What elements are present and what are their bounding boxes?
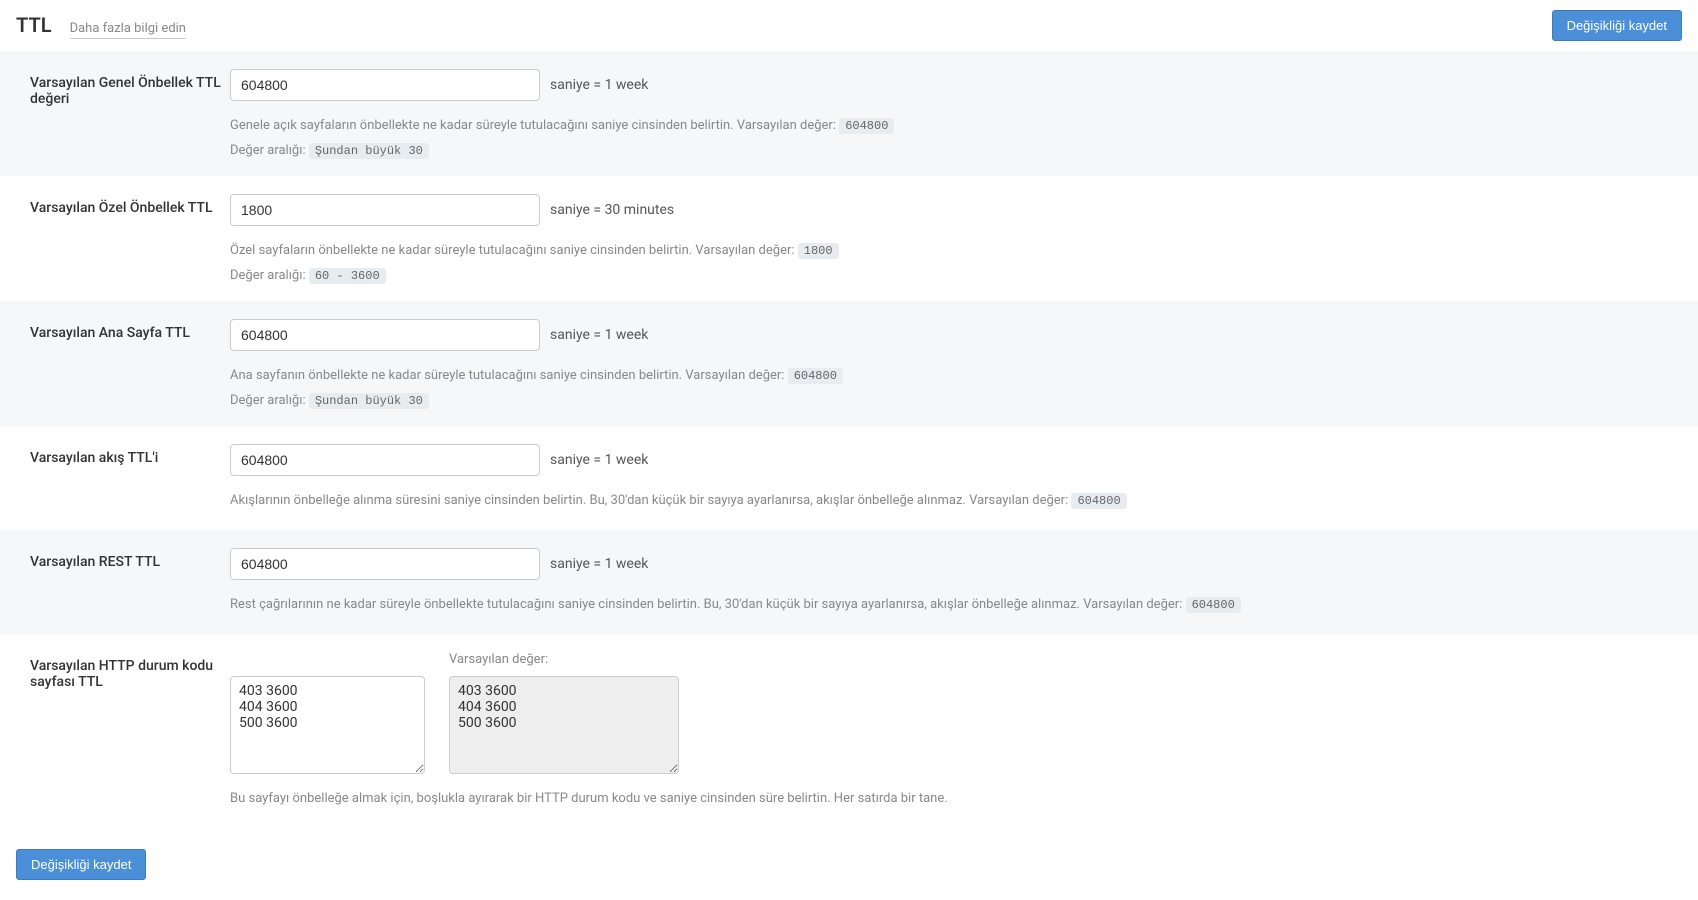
textarea-status-ttl-default bbox=[449, 676, 679, 774]
section-rest-ttl: Varsayılan REST TTL saniye = 1 week Rest… bbox=[0, 530, 1698, 634]
page-footer: Değişikliği kaydet bbox=[0, 829, 1698, 900]
suffix-private-ttl: saniye = 30 minutes bbox=[550, 202, 674, 218]
input-private-ttl[interactable] bbox=[230, 194, 540, 226]
default-badge-homepage-ttl: 604800 bbox=[788, 368, 843, 384]
range-public-ttl: Değer aralığı: Şundan büyük 30 bbox=[230, 143, 1668, 158]
save-button-top[interactable]: Değişikliği kaydet bbox=[1552, 10, 1682, 41]
content-homepage-ttl: saniye = 1 week Ana sayfanın önbellekte … bbox=[230, 319, 1668, 408]
input-row-homepage-ttl: saniye = 1 week bbox=[230, 319, 1668, 351]
label-feed-ttl: Varsayılan akış TTL'i bbox=[30, 444, 230, 512]
help-public-ttl: Genele açık sayfaların önbellekte ne kad… bbox=[230, 115, 1668, 137]
suffix-rest-ttl: saniye = 1 week bbox=[550, 556, 648, 572]
range-badge-homepage-ttl: Şundan büyük 30 bbox=[309, 393, 429, 409]
label-private-ttl: Varsayılan Özel Önbellek TTL bbox=[30, 194, 230, 283]
suffix-public-ttl: saniye = 1 week bbox=[550, 77, 648, 93]
input-row-rest-ttl: saniye = 1 week bbox=[230, 548, 1668, 580]
help-feed-ttl: Akışlarının önbelleğe alınma süresini sa… bbox=[230, 490, 1668, 512]
suffix-feed-ttl: saniye = 1 week bbox=[550, 452, 648, 468]
content-status-ttl: Varsayılan değer: Bu sayfayı önbelleğe a… bbox=[230, 652, 1668, 810]
textarea-default-label: Varsayılan değer: bbox=[449, 652, 679, 670]
input-row-public-ttl: saniye = 1 week bbox=[230, 69, 1668, 101]
help-text-homepage-ttl: Ana sayfanın önbellekte ne kadar süreyle… bbox=[230, 368, 784, 383]
help-private-ttl: Özel sayfaların önbellekte ne kadar süre… bbox=[230, 240, 1668, 262]
input-row-feed-ttl: saniye = 1 week bbox=[230, 444, 1668, 476]
input-feed-ttl[interactable] bbox=[230, 444, 540, 476]
range-label-public-ttl: Değer aralığı: bbox=[230, 143, 306, 158]
default-badge-private-ttl: 1800 bbox=[798, 243, 839, 259]
range-label-homepage-ttl: Değer aralığı: bbox=[230, 393, 306, 408]
section-status-ttl: Varsayılan HTTP durum kodu sayfası TTL V… bbox=[0, 634, 1698, 828]
learn-more-link[interactable]: Daha fazla bilgi edin bbox=[70, 21, 186, 39]
section-private-ttl: Varsayılan Özel Önbellek TTL saniye = 30… bbox=[0, 176, 1698, 301]
help-text-private-ttl: Özel sayfaların önbellekte ne kadar süre… bbox=[230, 243, 795, 258]
help-text-public-ttl: Genele açık sayfaların önbellekte ne kad… bbox=[230, 118, 836, 133]
textarea-input-spacer bbox=[230, 652, 425, 670]
input-public-ttl[interactable] bbox=[230, 69, 540, 101]
range-label-private-ttl: Değer aralığı: bbox=[230, 268, 306, 283]
input-rest-ttl[interactable] bbox=[230, 548, 540, 580]
label-public-ttl: Varsayılan Genel Önbellek TTL değeri bbox=[30, 69, 230, 158]
content-feed-ttl: saniye = 1 week Akışlarının önbelleğe al… bbox=[230, 444, 1668, 512]
save-button-bottom[interactable]: Değişikliği kaydet bbox=[16, 849, 146, 880]
label-rest-ttl: Varsayılan REST TTL bbox=[30, 548, 230, 616]
content-rest-ttl: saniye = 1 week Rest çağrılarının ne kad… bbox=[230, 548, 1668, 616]
textarea-col-input bbox=[230, 652, 425, 774]
input-homepage-ttl[interactable] bbox=[230, 319, 540, 351]
help-text-feed-ttl: Akışlarının önbelleğe alınma süresini sa… bbox=[230, 493, 1068, 508]
label-homepage-ttl: Varsayılan Ana Sayfa TTL bbox=[30, 319, 230, 408]
page-title: TTL bbox=[16, 13, 52, 37]
section-public-ttl: Varsayılan Genel Önbellek TTL değeri san… bbox=[0, 51, 1698, 176]
range-badge-public-ttl: Şundan büyük 30 bbox=[309, 143, 429, 159]
textarea-row-status-ttl: Varsayılan değer: bbox=[230, 652, 1668, 774]
suffix-homepage-ttl: saniye = 1 week bbox=[550, 327, 648, 343]
header-left: TTL Daha fazla bilgi edin bbox=[16, 13, 186, 39]
textarea-status-ttl[interactable] bbox=[230, 676, 425, 774]
label-status-ttl: Varsayılan HTTP durum kodu sayfası TTL bbox=[30, 652, 230, 810]
range-private-ttl: Değer aralığı: 60 - 3600 bbox=[230, 268, 1668, 283]
default-badge-feed-ttl: 604800 bbox=[1071, 493, 1126, 509]
default-badge-rest-ttl: 604800 bbox=[1186, 597, 1241, 613]
range-badge-private-ttl: 60 - 3600 bbox=[309, 268, 386, 284]
textarea-col-default: Varsayılan değer: bbox=[449, 652, 679, 774]
content-public-ttl: saniye = 1 week Genele açık sayfaların ö… bbox=[230, 69, 1668, 158]
page-header: TTL Daha fazla bilgi edin Değişikliği ka… bbox=[0, 0, 1698, 51]
help-text-rest-ttl: Rest çağrılarının ne kadar süreyle önbel… bbox=[230, 597, 1182, 612]
range-homepage-ttl: Değer aralığı: Şundan büyük 30 bbox=[230, 393, 1668, 408]
content-private-ttl: saniye = 30 minutes Özel sayfaların önbe… bbox=[230, 194, 1668, 283]
section-feed-ttl: Varsayılan akış TTL'i saniye = 1 week Ak… bbox=[0, 426, 1698, 530]
section-homepage-ttl: Varsayılan Ana Sayfa TTL saniye = 1 week… bbox=[0, 301, 1698, 426]
help-rest-ttl: Rest çağrılarının ne kadar süreyle önbel… bbox=[230, 594, 1668, 616]
default-badge-public-ttl: 604800 bbox=[839, 118, 894, 134]
help-status-ttl: Bu sayfayı önbelleğe almak için, boşlukl… bbox=[230, 788, 1668, 810]
input-row-private-ttl: saniye = 30 minutes bbox=[230, 194, 1668, 226]
help-homepage-ttl: Ana sayfanın önbellekte ne kadar süreyle… bbox=[230, 365, 1668, 387]
